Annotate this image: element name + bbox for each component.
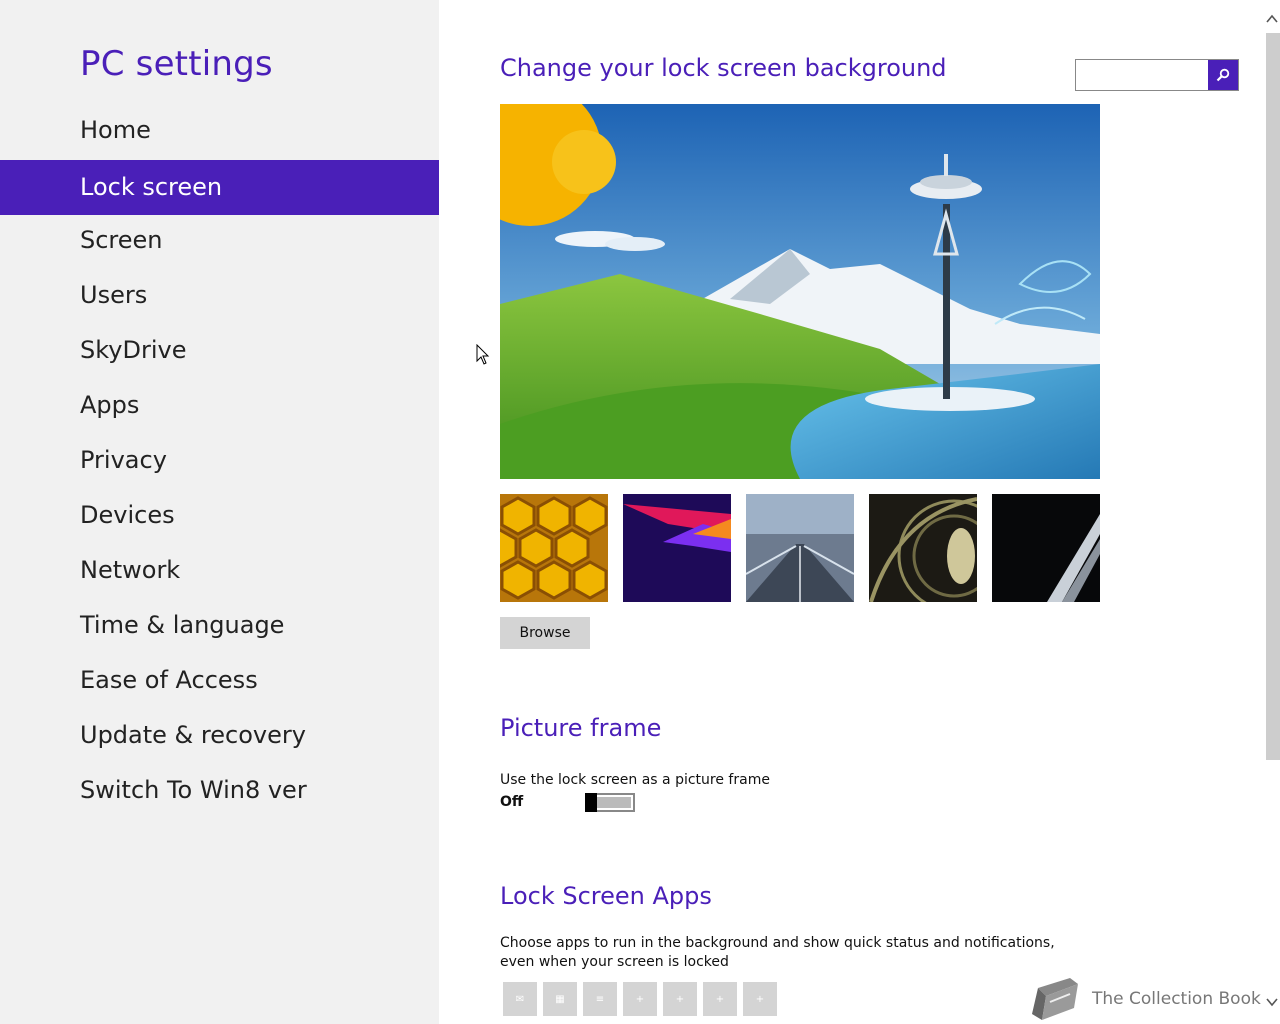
sidebar-item-users[interactable]: Users bbox=[0, 268, 439, 323]
browse-button[interactable]: Browse bbox=[500, 617, 590, 649]
thumbnail-purple-abstract[interactable] bbox=[623, 494, 731, 602]
add-icon: + bbox=[755, 993, 765, 1005]
lock-app-slot-mail[interactable]: ✉ bbox=[503, 982, 537, 1016]
lock-screen-preview-image bbox=[500, 104, 1100, 479]
vertical-scrollbar[interactable] bbox=[1263, 0, 1280, 1024]
lock-app-slot-messaging[interactable]: ≡ bbox=[583, 982, 617, 1016]
sidebar-item-time-language[interactable]: Time & language bbox=[0, 598, 439, 653]
add-icon: + bbox=[715, 993, 725, 1005]
search-input[interactable] bbox=[1076, 60, 1208, 90]
calendar-icon: ▦ bbox=[555, 993, 565, 1005]
picture-frame-state: Off bbox=[500, 794, 524, 810]
lock-app-slot-4[interactable]: + bbox=[623, 982, 657, 1016]
sidebar-item-screen[interactable]: Screen bbox=[0, 213, 439, 268]
search-box bbox=[1075, 59, 1239, 91]
message-icon: ≡ bbox=[595, 993, 605, 1005]
search-icon bbox=[1216, 68, 1230, 82]
lock-app-slot-6[interactable]: + bbox=[703, 982, 737, 1016]
picture-frame-heading: Picture frame bbox=[500, 714, 662, 742]
sidebar-item-network[interactable]: Network bbox=[0, 543, 439, 598]
search-button[interactable] bbox=[1208, 60, 1238, 90]
scrollbar-thumb[interactable] bbox=[1266, 33, 1280, 760]
thumbnail-nautilus[interactable] bbox=[869, 494, 977, 602]
scroll-up-icon[interactable] bbox=[1265, 12, 1279, 26]
thumbnail-honeycomb[interactable] bbox=[500, 494, 608, 602]
sidebar-item-ease-of-access[interactable]: Ease of Access bbox=[0, 653, 439, 708]
scroll-down-icon[interactable] bbox=[1265, 995, 1279, 1009]
watermark-text: The Collection Book bbox=[1092, 989, 1261, 1009]
lock-background-heading: Change your lock screen background bbox=[500, 54, 947, 82]
sidebar-item-apps[interactable]: Apps bbox=[0, 378, 439, 433]
thumbnail-highway[interactable] bbox=[746, 494, 854, 602]
lock-app-slot-calendar[interactable]: ▦ bbox=[543, 982, 577, 1016]
picture-frame-description: Use the lock screen as a picture frame bbox=[500, 772, 770, 788]
sidebar-item-update-recovery[interactable]: Update & recovery bbox=[0, 708, 439, 763]
picture-frame-toggle[interactable] bbox=[585, 793, 635, 812]
sidebar-item-devices[interactable]: Devices bbox=[0, 488, 439, 543]
sidebar-item-privacy[interactable]: Privacy bbox=[0, 433, 439, 488]
toggle-thumb bbox=[585, 793, 597, 812]
thumbnail-piano[interactable] bbox=[992, 494, 1100, 602]
lock-screen-apps-description: Choose apps to run in the background and… bbox=[500, 935, 1055, 970]
sidebar-item-lock-screen[interactable]: Lock screen bbox=[0, 160, 439, 215]
watermark: The Collection Book bbox=[1030, 975, 1261, 1023]
add-icon: + bbox=[675, 993, 685, 1005]
sidebar-item-home[interactable]: Home bbox=[0, 103, 439, 158]
lock-app-slot-7[interactable]: + bbox=[743, 982, 777, 1016]
lock-screen-apps-heading: Lock Screen Apps bbox=[500, 882, 712, 910]
lock-app-slot-5[interactable]: + bbox=[663, 982, 697, 1016]
page-title: PC settings bbox=[80, 44, 273, 84]
mail-icon: ✉ bbox=[515, 993, 525, 1005]
main-content: Change your lock screen background Brows… bbox=[439, 0, 1280, 1024]
mouse-cursor-icon bbox=[476, 344, 490, 365]
sidebar-item-skydrive[interactable]: SkyDrive bbox=[0, 323, 439, 378]
add-icon: + bbox=[635, 993, 645, 1005]
sidebar: PC settings Home Lock screen Screen User… bbox=[0, 0, 439, 1024]
book-icon bbox=[1032, 978, 1078, 1020]
sidebar-item-switch-win8[interactable]: Switch To Win8 ver bbox=[0, 763, 439, 818]
